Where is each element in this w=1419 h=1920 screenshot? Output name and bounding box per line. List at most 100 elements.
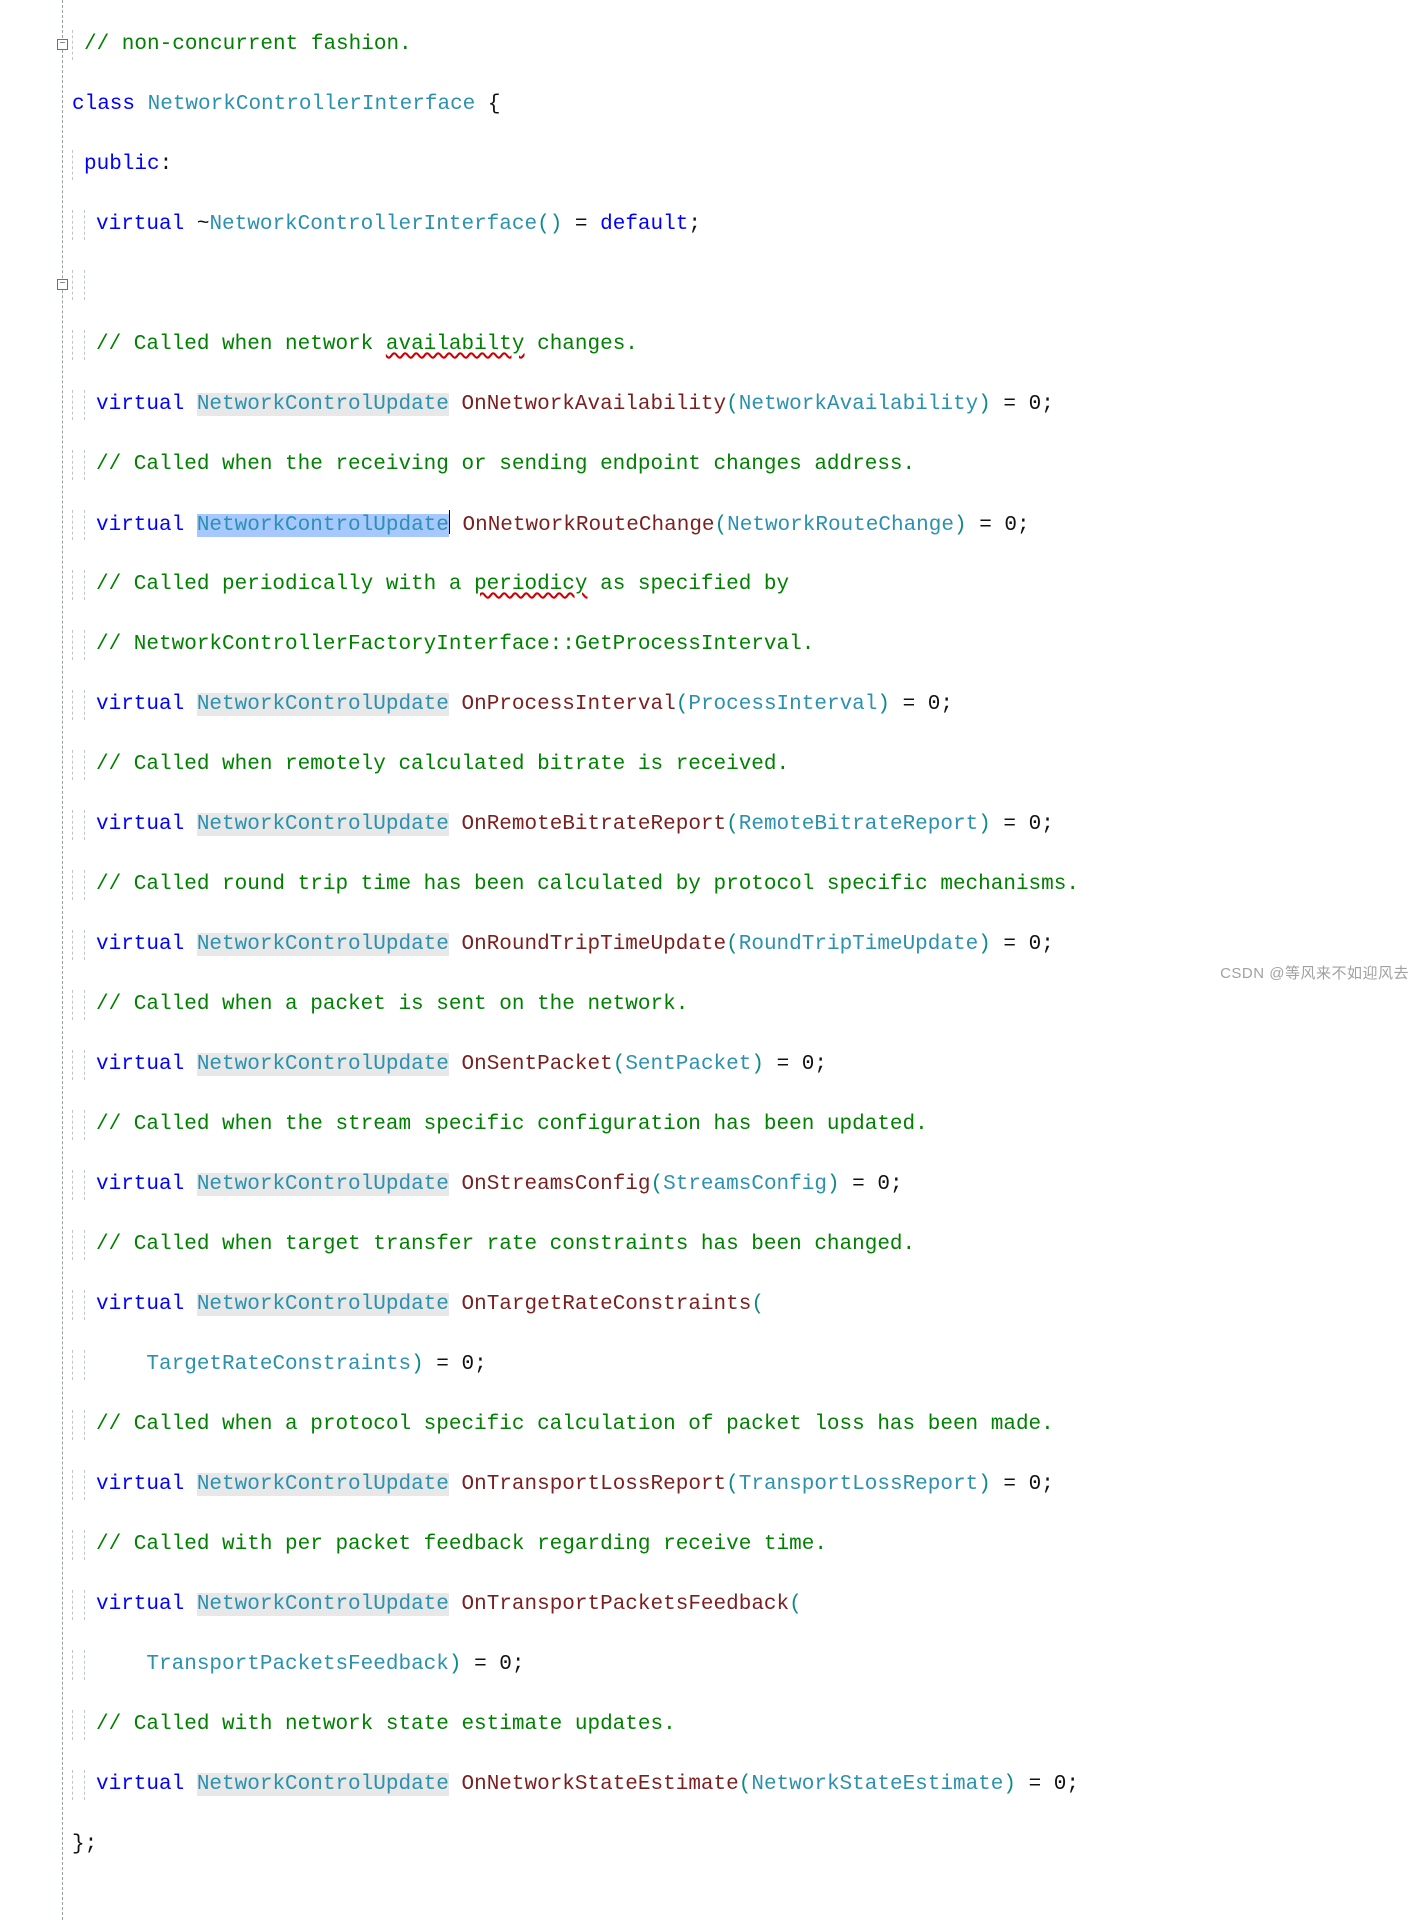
- return-type-selected: NetworkControlUpdate: [197, 514, 449, 537]
- function-name: OnRoundTripTimeUpdate: [461, 933, 726, 956]
- arg-type: SentPacket: [625, 1053, 751, 1076]
- close-paren: ): [751, 1053, 764, 1076]
- close-paren: ): [827, 1173, 840, 1196]
- function-name: OnNetworkStateEstimate: [461, 1773, 738, 1796]
- tilde: ~: [197, 213, 210, 236]
- comment-text: // Called periodically with a: [96, 573, 474, 596]
- keyword: virtual: [96, 1173, 184, 1196]
- open-paren: (: [726, 393, 739, 416]
- code-line: virtual NetworkControlUpdate OnProcessIn…: [72, 690, 1419, 720]
- pure-virtual: = 0;: [840, 1173, 903, 1196]
- return-type: NetworkControlUpdate: [197, 1173, 449, 1196]
- comment: // Called when a protocol specific calcu…: [96, 1413, 1054, 1436]
- return-type: NetworkControlUpdate: [197, 1773, 449, 1796]
- arg-type: StreamsConfig: [663, 1173, 827, 1196]
- code-line: virtual NetworkControlUpdate OnNetworkAv…: [72, 390, 1419, 420]
- comment: // Called round trip time has been calcu…: [96, 873, 1079, 896]
- watermark: CSDN @等风来不如迎风去: [1220, 959, 1409, 989]
- close-paren: ): [449, 1653, 462, 1676]
- close-paren: ): [978, 1473, 991, 1496]
- fold-toggle-icon[interactable]: −: [57, 39, 68, 50]
- arg-type: NetworkStateEstimate: [751, 1773, 1003, 1796]
- pure-virtual: = 0;: [991, 393, 1054, 416]
- code-line: virtual ~NetworkControllerInterface() = …: [72, 210, 1419, 240]
- return-type: NetworkControlUpdate: [197, 933, 449, 956]
- code-line: virtual NetworkControlUpdate OnRemoteBit…: [72, 810, 1419, 840]
- keyword: virtual: [96, 1473, 184, 1496]
- comment: // NetworkControllerFactoryInterface::Ge…: [96, 633, 814, 656]
- code-line: virtual NetworkControlUpdate OnSentPacke…: [72, 1050, 1419, 1080]
- keyword: virtual: [96, 1773, 184, 1796]
- code-line: // Called when the stream specific confi…: [72, 1110, 1419, 1140]
- keyword: virtual: [96, 213, 184, 236]
- code-editor: − − // non-concurrent fashion. class Net…: [0, 0, 1419, 1920]
- function-name: OnRemoteBitrateReport: [461, 813, 726, 836]
- code-line: virtual NetworkControlUpdate OnRoundTrip…: [72, 930, 1419, 960]
- open-paren: (: [751, 1293, 764, 1316]
- code-area[interactable]: // non-concurrent fashion. class Network…: [68, 0, 1419, 1920]
- keyword: public: [84, 153, 160, 176]
- function-name: OnStreamsConfig: [461, 1173, 650, 1196]
- code-line: TargetRateConstraints) = 0;: [72, 1350, 1419, 1380]
- close-paren: ): [411, 1353, 424, 1376]
- arg-type: RemoteBitrateReport: [739, 813, 978, 836]
- arg-type: TargetRateConstraints: [146, 1353, 411, 1376]
- type-name: NetworkControllerInterface: [209, 213, 537, 236]
- keyword: virtual: [96, 514, 184, 537]
- return-type: NetworkControlUpdate: [197, 1473, 449, 1496]
- code-line: };: [72, 1830, 1419, 1860]
- arg-type: NetworkRouteChange: [727, 514, 954, 537]
- code-line: // Called when network availabilty chang…: [72, 330, 1419, 360]
- function-name: OnTargetRateConstraints: [461, 1293, 751, 1316]
- keyword: virtual: [96, 1593, 184, 1616]
- equals: =: [562, 213, 600, 236]
- return-type: NetworkControlUpdate: [197, 1053, 449, 1076]
- comment: // Called when the stream specific confi…: [96, 1113, 928, 1136]
- brace: {: [475, 93, 500, 116]
- pure-virtual: = 0;: [967, 514, 1030, 537]
- open-paren: (: [726, 1473, 739, 1496]
- code-line: virtual NetworkControlUpdate OnTransport…: [72, 1470, 1419, 1500]
- code-line: TransportPacketsFeedback) = 0;: [72, 1650, 1419, 1680]
- keyword: virtual: [96, 393, 184, 416]
- return-type: NetworkControlUpdate: [197, 813, 449, 836]
- arg-type: TransportLossReport: [739, 1473, 978, 1496]
- type-name: NetworkControllerInterface: [148, 93, 476, 116]
- code-line: virtual NetworkControlUpdate OnNetworkSt…: [72, 1770, 1419, 1800]
- keyword: default: [600, 213, 688, 236]
- return-type: NetworkControlUpdate: [197, 693, 449, 716]
- open-paren: (: [726, 813, 739, 836]
- comment: // Called when a packet is sent on the n…: [96, 993, 688, 1016]
- close-paren: ): [954, 514, 967, 537]
- code-line: // Called round trip time has been calcu…: [72, 870, 1419, 900]
- comment: // Called with network state estimate up…: [96, 1713, 676, 1736]
- keyword: virtual: [96, 1053, 184, 1076]
- keyword: virtual: [96, 813, 184, 836]
- return-type: NetworkControlUpdate: [197, 393, 449, 416]
- semicolon: ;: [688, 213, 701, 236]
- comment: // Called when target transfer rate cons…: [96, 1233, 915, 1256]
- open-paren: (: [739, 1773, 752, 1796]
- code-line: // Called periodically with a periodicy …: [72, 570, 1419, 600]
- return-type: NetworkControlUpdate: [197, 1593, 449, 1616]
- close-paren: ): [978, 813, 991, 836]
- pure-virtual: = 0;: [991, 1473, 1054, 1496]
- gutter: − −: [0, 0, 68, 1920]
- comment: // Called when remotely calculated bitra…: [96, 753, 789, 776]
- arg-type: ProcessInterval: [688, 693, 877, 716]
- code-line: // Called when a protocol specific calcu…: [72, 1410, 1419, 1440]
- comment: // Called when the receiving or sending …: [96, 453, 915, 476]
- closing-brace: };: [72, 1833, 97, 1856]
- pure-virtual: = 0;: [461, 1653, 524, 1676]
- close-paren: ): [1003, 1773, 1016, 1796]
- code-line: virtual NetworkControlUpdate OnTargetRat…: [72, 1290, 1419, 1320]
- fold-toggle-icon[interactable]: −: [57, 279, 68, 290]
- comment: // Called with per packet feedback regar…: [96, 1533, 827, 1556]
- comment-text: // Called when network: [96, 333, 386, 356]
- arg-type: TransportPacketsFeedback: [146, 1653, 448, 1676]
- code-line: // Called when remotely calculated bitra…: [72, 750, 1419, 780]
- function-name: OnSentPacket: [461, 1053, 612, 1076]
- function-name: OnTransportPacketsFeedback: [461, 1593, 789, 1616]
- pure-virtual: = 0;: [764, 1053, 827, 1076]
- comment: // Called periodically with a periodicy …: [96, 573, 789, 596]
